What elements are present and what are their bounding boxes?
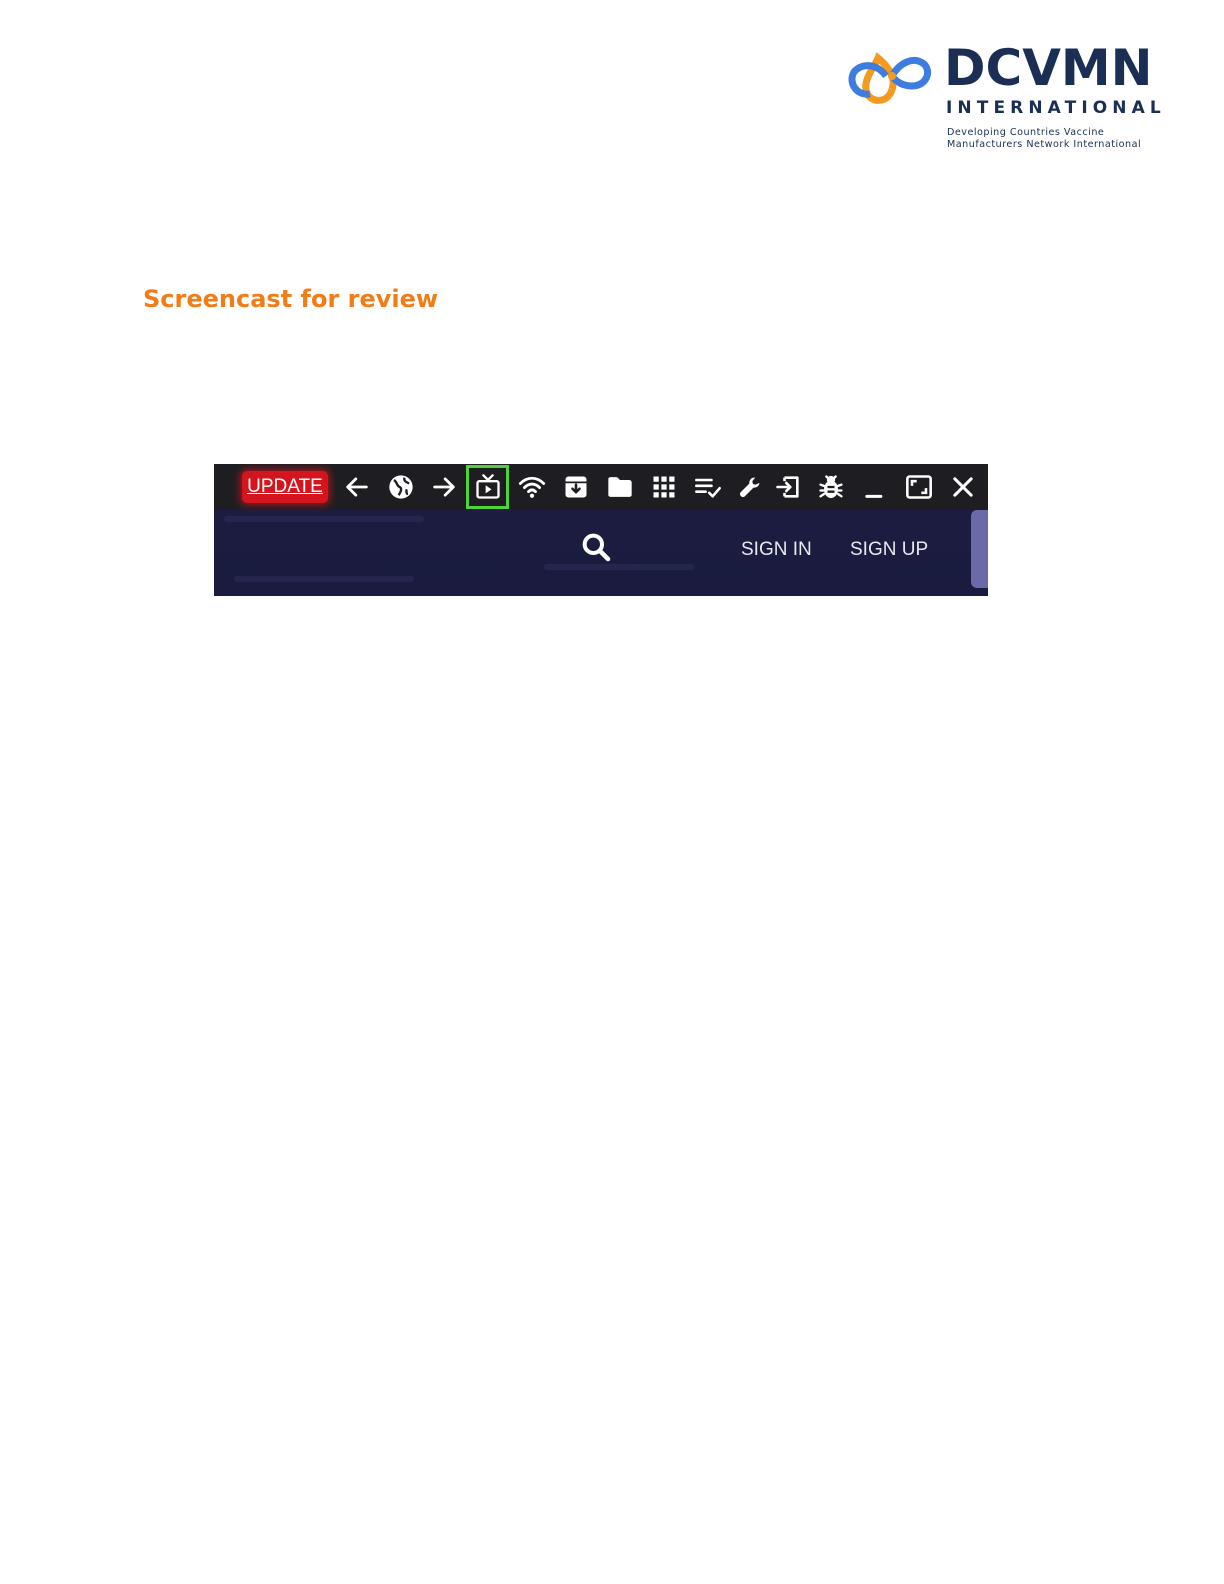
logo-tagline-line2: Manufacturers Network International [947, 138, 1142, 150]
forward-arrow-icon[interactable] [428, 471, 460, 503]
maximize-icon[interactable] [903, 471, 935, 503]
logo-tagline: Developing Countries Vaccine Manufacture… [947, 127, 1141, 150]
archive-icon[interactable] [560, 471, 592, 503]
highlight-box [466, 465, 509, 509]
dcvmn-logo: DCVMN INTERNATIONAL Developing Countries… [848, 39, 1161, 152]
back-arrow-icon[interactable] [341, 471, 373, 503]
search-icon[interactable] [580, 531, 612, 563]
logo-subtitle: INTERNATIONAL [946, 98, 1166, 118]
blurred-text [544, 564, 694, 570]
blurred-text [234, 576, 414, 582]
minimize-icon[interactable] [859, 471, 891, 503]
sign-in-icon[interactable] [772, 471, 804, 503]
screenshot-panel: UPDATE SIGN IN SIGN UP [214, 464, 988, 596]
grid-icon[interactable] [648, 471, 680, 503]
section-heading: Screencast for review [143, 285, 439, 313]
scrollbar[interactable] [971, 510, 988, 588]
globe-icon[interactable] [385, 471, 417, 503]
close-icon[interactable] [947, 471, 979, 503]
browser-toolbar: UPDATE [214, 464, 988, 510]
wrench-icon[interactable] [734, 471, 766, 503]
infinity-drop-icon [848, 52, 931, 104]
sign-in-link[interactable]: SIGN IN [741, 538, 812, 562]
logo-name: DCVMN [944, 39, 1153, 97]
checklist-icon[interactable] [692, 471, 724, 503]
update-button[interactable]: UPDATE [242, 471, 328, 503]
sign-up-link[interactable]: SIGN UP [850, 538, 928, 562]
wifi-icon[interactable] [516, 471, 548, 503]
logo-tagline-line1: Developing Countries Vaccine [947, 127, 1105, 138]
bug-icon[interactable] [815, 471, 847, 503]
blurred-text [224, 516, 424, 522]
folder-icon[interactable] [604, 471, 636, 503]
